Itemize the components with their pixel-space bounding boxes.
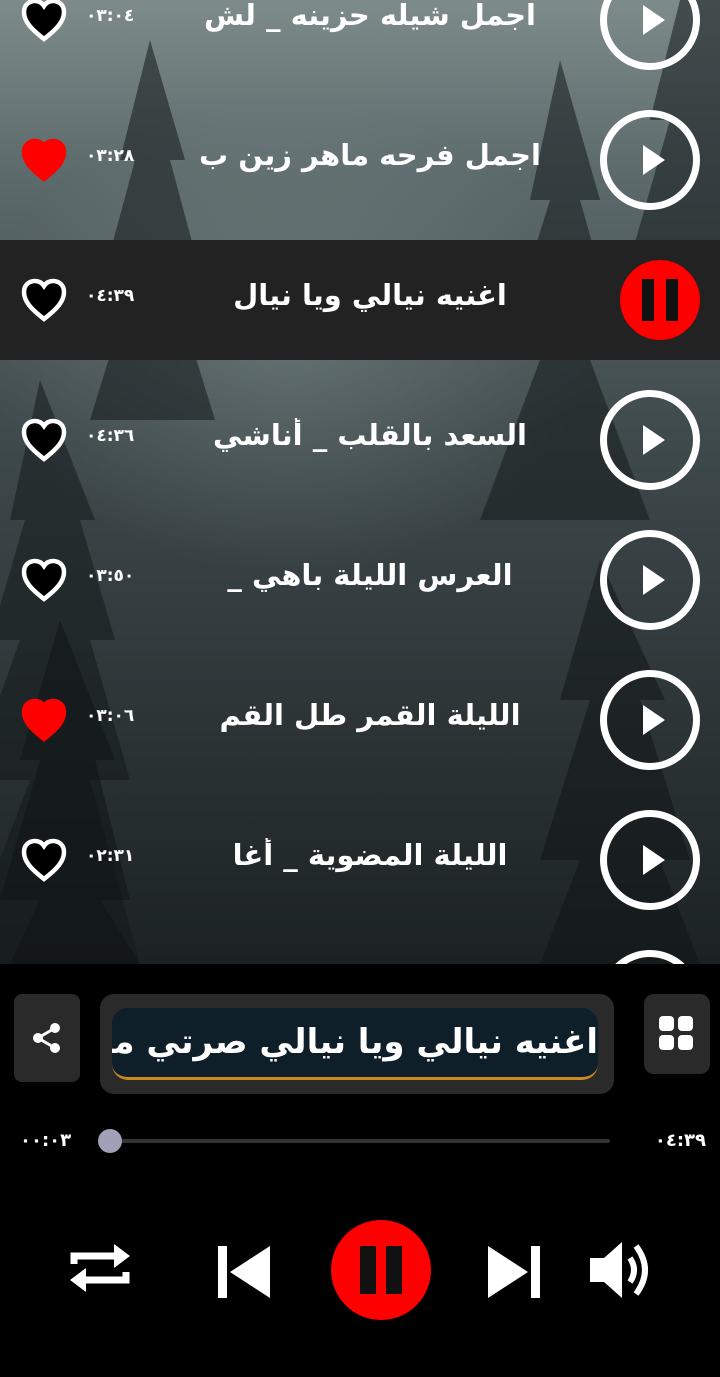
heart-icon (21, 838, 67, 882)
play-icon (643, 565, 665, 595)
pause-button[interactable] (620, 260, 700, 340)
heart-icon (21, 138, 67, 182)
play-button[interactable] (600, 670, 700, 770)
repeat-button[interactable] (66, 1234, 134, 1302)
now-playing-box: اغنيه نيالي ويا نيالي صرتي مرتي (100, 994, 614, 1094)
heart-icon (21, 278, 67, 322)
previous-button[interactable] (214, 1242, 274, 1302)
heart-icon (21, 698, 67, 742)
song-row[interactable]: ٠٣:٥٠ العرس الليلة باهي _ (0, 520, 720, 640)
song-row[interactable]: ٠٤:٣٦ السعد بالقلب _ أناشي (0, 380, 720, 500)
song-duration: ٠٤:٣٩ (86, 286, 135, 306)
next-button[interactable] (484, 1242, 544, 1302)
play-button[interactable] (600, 810, 700, 910)
repeat-icon (70, 1244, 130, 1292)
elapsed-time: ٠٠:٠٣ (20, 1130, 72, 1151)
player-bar: اغنيه نيالي ويا نيالي صرتي مرتي ٠٠:٠٣ ٠٤… (0, 964, 720, 1377)
now-playing-title: اغنيه نيالي ويا نيالي صرتي مرتي (112, 1022, 598, 1062)
play-icon (643, 705, 665, 735)
heart-icon (21, 558, 67, 602)
song-row[interactable]: ٠٤:٣٩ اغنيه نيالي ويا نيال (0, 240, 720, 360)
song-title: السعد بالقلب _ أناشي (213, 418, 527, 452)
song-duration: ٠٣:٠٤ (86, 6, 135, 26)
heart-icon (21, 418, 67, 462)
song-list: ٠٣:٠٤ اجمل شيله حزينه _ لش ٠٣:٢٨ اجمل فرحه … (0, 0, 720, 964)
song-duration: ٠٢:٣١ (86, 846, 135, 866)
favorite-button[interactable] (20, 0, 68, 43)
play-button[interactable] (600, 110, 700, 210)
favorite-button[interactable] (20, 557, 68, 603)
song-duration: ٠٣:٠٦ (86, 706, 135, 726)
song-title: اجمل شيله حزينه _ لش (204, 0, 536, 32)
song-row[interactable]: ٠٣:٠٤ اجمل شيله حزينه _ لش (0, 0, 720, 80)
favorite-button[interactable] (20, 697, 68, 743)
now-playing-field: اغنيه نيالي ويا نيالي صرتي مرتي (112, 1008, 598, 1080)
share-icon (33, 1023, 60, 1053)
volume-button[interactable] (586, 1238, 654, 1302)
skip-previous-icon (218, 1246, 270, 1298)
play-button[interactable] (600, 0, 700, 70)
seek-bar[interactable] (98, 1129, 610, 1153)
total-time: ٠٤:٣٩ (654, 1130, 706, 1151)
favorite-button[interactable] (20, 837, 68, 883)
song-title: العرس الليلة باهي _ (227, 558, 513, 592)
song-duration: ٠٣:٥٠ (86, 566, 135, 586)
playlist-grid-button[interactable] (644, 994, 710, 1074)
favorite-button[interactable] (20, 277, 68, 323)
play-icon (643, 145, 665, 175)
seek-thumb[interactable] (98, 1129, 122, 1153)
favorite-button[interactable] (20, 137, 68, 183)
song-duration: ٠٣:٢٨ (86, 146, 135, 166)
song-title: اغنيه نيالي ويا نيال (233, 278, 507, 312)
song-title: الليلة القمر طل القم (219, 698, 521, 732)
song-row[interactable]: ٠٢:٣١ الليلة المضوية _ أغا (0, 800, 720, 920)
favorite-button[interactable] (20, 417, 68, 463)
song-row[interactable]: ٠٣:٠٦ الليلة القمر طل القم (0, 660, 720, 780)
song-row[interactable]: ٠٣:٢٨ اجمل فرحه ماهر زين ب (0, 100, 720, 220)
skip-next-icon (488, 1246, 540, 1298)
heart-icon (21, 0, 67, 42)
play-button[interactable] (600, 530, 700, 630)
song-title: الليلة المضوية _ أغا (232, 838, 508, 872)
play-icon (643, 425, 665, 455)
song-title: اجمل فرحه ماهر زين ب (199, 138, 541, 172)
volume-icon (590, 1242, 648, 1298)
play-icon (643, 5, 665, 35)
play-icon (643, 845, 665, 875)
play-button[interactable] (600, 390, 700, 490)
share-button[interactable] (14, 994, 80, 1082)
song-duration: ٠٤:٣٦ (86, 426, 135, 446)
play-pause-button[interactable] (331, 1220, 431, 1320)
